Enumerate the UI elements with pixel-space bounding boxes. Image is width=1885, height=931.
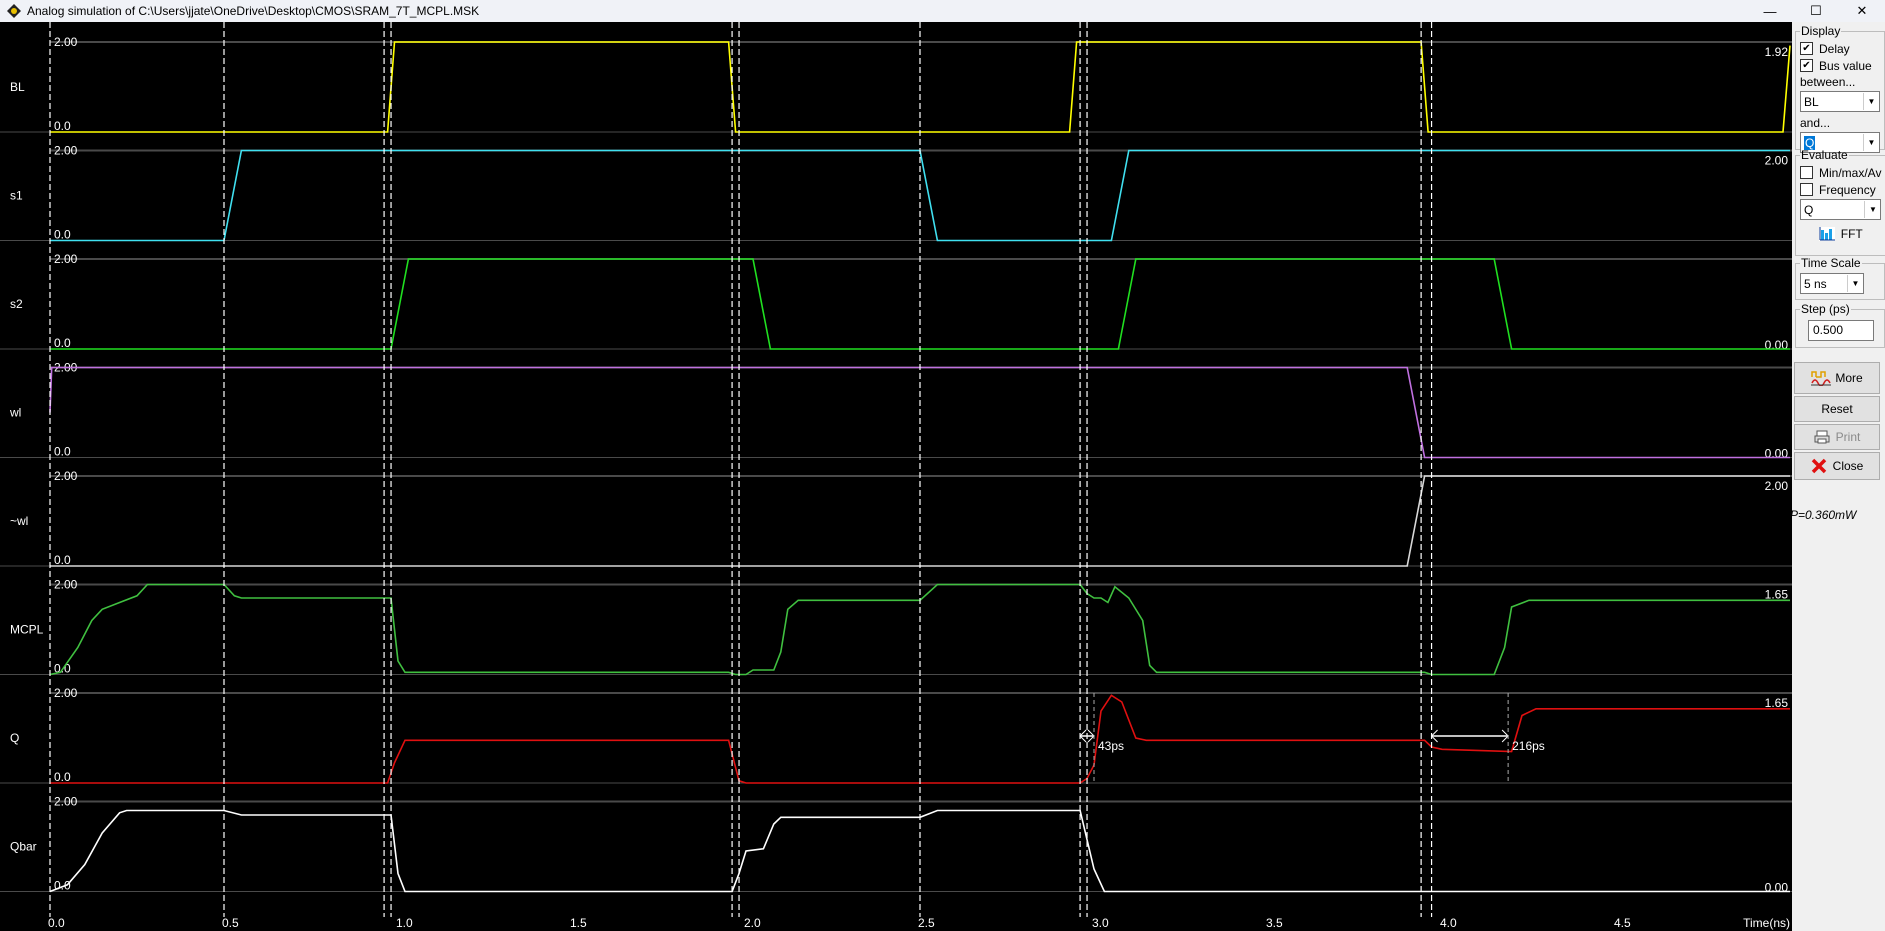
fft-button[interactable]: FFT — [1800, 223, 1881, 245]
evaluate-signal-value: Q — [1801, 203, 1864, 217]
close-button[interactable]: Close — [1794, 452, 1880, 480]
display-group: Display ✔ Delay ✔ Bus value between... BL▼… — [1795, 24, 1885, 150]
frequency-checkbox[interactable]: Frequency — [1800, 181, 1881, 198]
evaluate-group: Evaluate Min/max/Av Frequency Q▼ FFT — [1795, 148, 1885, 256]
display-legend: Display — [1800, 24, 1841, 38]
between-label: between... — [1800, 74, 1880, 90]
trace-ymax-label: 2.00 — [54, 795, 78, 809]
trace-end-value: 2.00 — [1765, 479, 1789, 493]
chevron-down-icon: ▼ — [1864, 201, 1880, 218]
delay-checkbox[interactable]: ✔ Delay — [1800, 40, 1880, 57]
step-input[interactable]: 0.500 — [1808, 320, 1874, 341]
trace-label: wl — [9, 406, 21, 420]
minmax-label: Min/max/Av — [1819, 166, 1881, 180]
trace-label: MCPL — [10, 623, 44, 637]
minimize-button[interactable]: — — [1747, 0, 1793, 22]
time-scale-select[interactable]: 5 ns▼ — [1800, 273, 1864, 294]
trace-ymin-label: 0.0 — [54, 879, 71, 893]
trace-ymax-label: 2.00 — [54, 578, 78, 592]
printer-icon — [1814, 430, 1830, 444]
bus-check-icon: ✔ — [1800, 59, 1813, 72]
trace-ymin-label: 0.0 — [54, 553, 71, 567]
trace-ymax-label: 2.00 — [54, 144, 78, 158]
x-tick-label: 1.0 — [396, 916, 413, 930]
and-label: and... — [1800, 115, 1880, 131]
trace-end-value: 0.00 — [1765, 447, 1789, 461]
frequency-box — [1800, 183, 1813, 196]
trace-ymin-label: 0.0 — [54, 445, 71, 459]
evaluate-legend: Evaluate — [1800, 148, 1849, 162]
title-bar: Analog simulation of C:\Users\jjate\OneD… — [0, 0, 1885, 22]
print-label: Print — [1836, 430, 1861, 444]
trace-label: s2 — [10, 297, 23, 311]
chevron-down-icon: ▼ — [1863, 93, 1879, 110]
delay-label: 43ps — [1098, 739, 1124, 753]
x-tick-label: 2.0 — [744, 916, 761, 930]
x-tick-label: 0.0 — [48, 916, 65, 930]
trace-ymax-label: 2.00 — [54, 35, 78, 49]
delay-check-icon: ✔ — [1800, 42, 1813, 55]
more-label: More — [1835, 371, 1862, 385]
trace-label: Q — [10, 731, 19, 745]
time-scale-legend: Time Scale — [1800, 256, 1862, 270]
more-button[interactable]: More — [1794, 362, 1880, 394]
trace-ymax-label: 2.00 — [54, 252, 78, 266]
x-tick-label: 2.5 — [918, 916, 935, 930]
trace-label: ~wl — [10, 514, 28, 528]
close-window-button[interactable]: ✕ — [1839, 0, 1885, 22]
app-icon — [7, 4, 21, 18]
close-label: Close — [1833, 459, 1864, 473]
trace-ymin-label: 0.0 — [54, 228, 71, 242]
chevron-down-icon: ▼ — [1847, 275, 1863, 292]
trace-end-value: 2.00 — [1765, 154, 1789, 168]
fft-label: FFT — [1841, 227, 1863, 241]
trace-ymin-label: 0.0 — [54, 336, 71, 350]
power-readout: P=0.360mW — [1790, 508, 1856, 522]
delay-label: 216ps — [1512, 739, 1545, 753]
x-tick-label: 3.0 — [1092, 916, 1109, 930]
minmax-box — [1800, 166, 1813, 179]
fft-icon — [1819, 227, 1835, 241]
x-axis-label: Time(ns) — [1743, 916, 1790, 930]
evaluate-signal-select[interactable]: Q▼ — [1800, 199, 1881, 220]
frequency-label: Frequency — [1819, 183, 1876, 197]
bus-value-label: Bus value — [1819, 59, 1872, 73]
more-icon — [1811, 370, 1831, 386]
between-select[interactable]: BL▼ — [1800, 91, 1880, 112]
trace-end-value: 0.00 — [1765, 338, 1789, 352]
trace-label: Qbar — [10, 840, 37, 854]
x-tick-label: 4.5 — [1614, 916, 1631, 930]
trace-label: s1 — [10, 189, 23, 203]
window-title: Analog simulation of C:\Users\jjate\OneD… — [27, 4, 479, 18]
trace-ymin-label: 0.0 — [54, 770, 71, 784]
close-x-icon — [1811, 458, 1827, 474]
step-group: Step (ps) 0.500 — [1795, 302, 1885, 348]
x-tick-label: 3.5 — [1266, 916, 1283, 930]
waveform-plot[interactable]: BL 2.00 0.0 1.92 s1 2.00 0.0 2.00 s2 2.00 0.0 0.00 w… — [0, 22, 1792, 931]
trace-end-value: 1.92 — [1765, 45, 1789, 59]
step-legend: Step (ps) — [1800, 302, 1851, 316]
time-scale-group: Time Scale 5 ns▼ — [1795, 256, 1885, 300]
trace-end-value: 0.00 — [1765, 881, 1789, 895]
maximize-button[interactable]: ☐ — [1793, 0, 1839, 22]
reset-button[interactable]: Reset — [1794, 396, 1880, 422]
x-tick-label: 0.5 — [222, 916, 239, 930]
x-tick-label: 1.5 — [570, 916, 587, 930]
trace-end-value: 1.65 — [1765, 696, 1789, 710]
time-scale-value: 5 ns — [1801, 277, 1847, 291]
trace-label: BL — [10, 80, 25, 94]
x-tick-label: 4.0 — [1440, 916, 1457, 930]
minmax-checkbox[interactable]: Min/max/Av — [1800, 164, 1881, 181]
trace-ymax-label: 2.00 — [54, 686, 78, 700]
between-value: BL — [1801, 95, 1863, 109]
bus-value-checkbox[interactable]: ✔ Bus value — [1800, 57, 1880, 74]
control-panel: Display ✔Delay ✔Bus value between... BL▼… — [1792, 22, 1885, 931]
delay-label: Delay — [1819, 42, 1850, 56]
print-button[interactable]: Print — [1794, 424, 1880, 450]
trace-ymax-label: 2.00 — [54, 469, 78, 483]
trace-end-value: 1.65 — [1765, 588, 1789, 602]
trace-ymin-label: 0.0 — [54, 119, 71, 133]
